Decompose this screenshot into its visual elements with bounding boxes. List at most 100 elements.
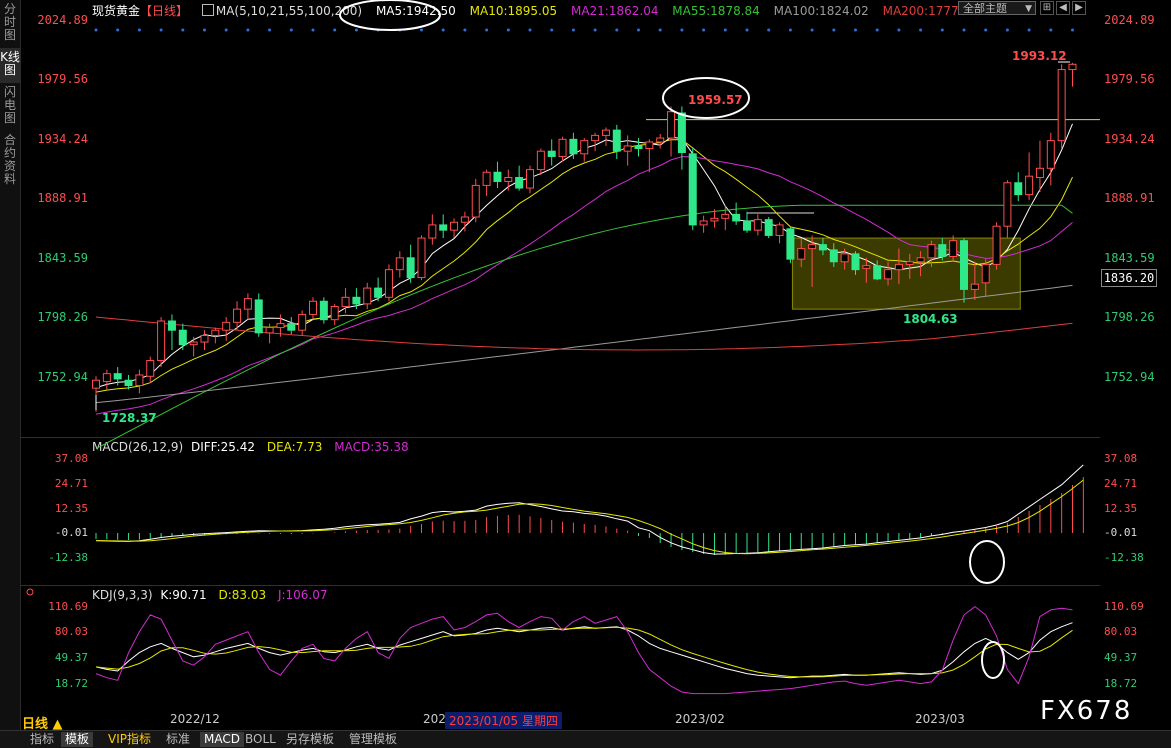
candle-body xyxy=(612,129,621,152)
top-marker-dot xyxy=(788,28,792,32)
top-marker-dot xyxy=(94,28,98,32)
candle-body xyxy=(623,145,632,152)
top-marker-dot xyxy=(571,28,575,32)
candle-body xyxy=(298,313,307,331)
candle-body xyxy=(384,269,393,298)
top-marker-dot xyxy=(854,28,857,32)
top-marker-dot xyxy=(1027,28,1031,32)
top-marker-dot xyxy=(615,28,619,32)
top-marker-dot xyxy=(832,28,836,32)
candle-body xyxy=(233,308,242,323)
candle-body xyxy=(189,341,198,346)
candle-body xyxy=(243,298,252,310)
box-low-price-label: 1804.63 xyxy=(903,312,958,326)
kdj-d-line xyxy=(95,626,1073,678)
candle-body xyxy=(1025,175,1034,196)
candle-body xyxy=(894,263,903,271)
top-marker-dot xyxy=(984,28,988,32)
candle-body xyxy=(276,323,285,329)
candle-body xyxy=(460,216,469,223)
highlight-ellipse xyxy=(969,540,1005,584)
top-marker-dot xyxy=(311,28,315,32)
top-marker-dot xyxy=(593,28,597,32)
top-marker-dot xyxy=(745,28,749,32)
candle-body xyxy=(775,224,784,236)
top-marker-dot xyxy=(485,28,489,32)
candle-body xyxy=(417,237,426,279)
tab-boll[interactable]: BOLL xyxy=(241,732,280,747)
candle-body xyxy=(352,296,361,305)
candle-body xyxy=(92,379,100,389)
candle-body xyxy=(580,140,589,155)
chart-canvas[interactable]: 1993.12 1959.57 1804.63 1728.37 xyxy=(0,0,1171,747)
candle-body xyxy=(753,219,762,231)
candle-body xyxy=(504,177,513,182)
candle-body xyxy=(818,244,827,251)
top-marker-dot xyxy=(1005,28,1009,32)
candle-body xyxy=(634,145,643,150)
candle-body xyxy=(677,112,686,153)
candle-body xyxy=(569,138,578,155)
candle-body xyxy=(102,373,111,383)
candle-body xyxy=(428,224,437,239)
top-marker-dot xyxy=(441,28,445,32)
candle-body xyxy=(135,374,144,387)
candle-body xyxy=(743,220,751,231)
candle-body xyxy=(840,253,849,263)
candle-body xyxy=(949,240,958,257)
high-price-label: 1993.12 xyxy=(1012,49,1067,63)
top-marker-dot xyxy=(637,28,640,32)
top-marker-dot xyxy=(897,28,901,32)
highlight-ellipse xyxy=(339,0,441,31)
tab-indicator[interactable]: 指标 xyxy=(26,732,58,747)
tab-vip-indicator[interactable]: VIP指标 xyxy=(104,732,155,747)
candle-body xyxy=(526,169,534,189)
candle-body xyxy=(178,329,187,346)
top-marker-dot xyxy=(962,28,966,32)
tab-template[interactable]: 模板 xyxy=(61,732,94,747)
candle-body xyxy=(482,171,491,186)
top-marker-dot xyxy=(940,28,944,32)
candle-body xyxy=(547,150,556,157)
kdj-j-line xyxy=(95,605,1073,695)
macd-dea-line xyxy=(95,479,1084,555)
top-marker-dot xyxy=(528,28,532,32)
top-marker-dot xyxy=(1071,28,1074,32)
tab-manage-template[interactable]: 管理模板 xyxy=(345,732,401,747)
candle-body xyxy=(113,373,122,380)
top-marker-dot xyxy=(246,28,250,32)
candle-body xyxy=(157,320,166,361)
candle-body xyxy=(363,287,372,305)
candle-body xyxy=(797,248,806,260)
candle-body xyxy=(450,221,459,231)
kdj-k-line xyxy=(95,622,1073,679)
kline-chart-window: 分时图 K线图 闪电图 合约资料 现货黄金【日线】 MA(5,10,21,55,… xyxy=(0,0,1171,748)
top-marker-dot xyxy=(333,28,337,32)
date-axis-label: 2023/02 xyxy=(675,712,725,726)
top-marker-dot xyxy=(1049,28,1053,32)
candle-body xyxy=(200,334,209,343)
candle-body xyxy=(927,244,936,259)
top-marker-dot xyxy=(723,28,727,32)
top-marker-dot xyxy=(810,28,814,32)
candle-body xyxy=(829,249,838,263)
candle-body xyxy=(254,299,263,334)
candle-body xyxy=(710,217,719,222)
candle-body xyxy=(981,263,990,284)
candle-body xyxy=(222,321,231,331)
candle-body xyxy=(645,141,654,150)
candle-body xyxy=(1046,140,1055,169)
date-axis-label: 2023/03 xyxy=(915,712,965,726)
candle-body xyxy=(786,228,795,260)
candle-body xyxy=(167,320,176,331)
candle-body xyxy=(1014,182,1023,196)
tab-macd[interactable]: MACD xyxy=(200,732,244,747)
top-marker-dot xyxy=(767,28,771,32)
tab-save-template[interactable]: 另存模板 xyxy=(282,732,338,747)
tab-standard[interactable]: 标准 xyxy=(162,732,194,747)
macd-diff-line xyxy=(95,464,1084,555)
candle-body xyxy=(1057,69,1066,142)
candle-body xyxy=(960,240,968,290)
candle-body xyxy=(146,359,155,377)
fx678-watermark: FX678 xyxy=(1040,696,1133,726)
